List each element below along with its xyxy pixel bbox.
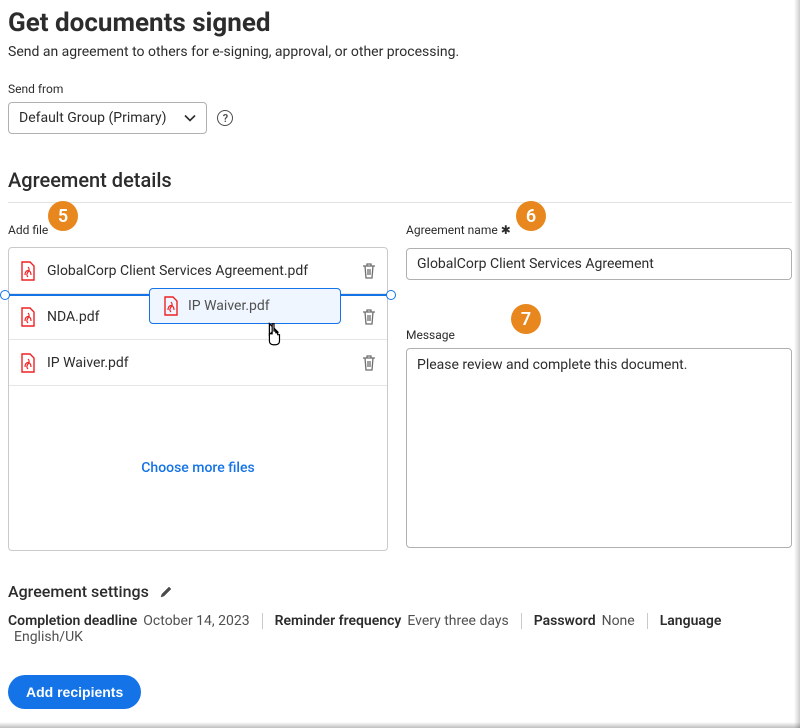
page-subtitle: Send an agreement to others for e-signin… xyxy=(8,44,792,60)
file-name: IP Waiver.pdf xyxy=(37,355,361,371)
trash-icon[interactable] xyxy=(361,308,377,326)
pdf-icon xyxy=(19,261,37,281)
message-label: Message xyxy=(406,328,792,342)
help-icon[interactable]: ? xyxy=(217,110,233,126)
message-textarea[interactable] xyxy=(406,348,792,548)
annotation-7: 7 xyxy=(511,304,541,334)
add-file-label: Add file xyxy=(8,223,48,237)
send-from-select[interactable]: Default Group (Primary) xyxy=(8,102,207,134)
reminder-frequency-label: Reminder frequency xyxy=(275,613,402,629)
send-from-value: Default Group (Primary) xyxy=(19,110,166,126)
settings-summary: Completion deadline October 14, 2023 Rem… xyxy=(8,613,792,645)
language-value: English/UK xyxy=(14,629,83,645)
annotation-6: 6 xyxy=(516,201,546,231)
pencil-icon[interactable] xyxy=(159,585,173,599)
pdf-icon xyxy=(19,307,37,327)
chevron-down-icon xyxy=(184,112,196,124)
reminder-frequency-value: Every three days xyxy=(407,613,508,629)
annotation-5: 5 xyxy=(48,201,78,231)
add-recipients-button[interactable]: Add recipients xyxy=(8,675,141,709)
files-box: IP Waiver.pdf GlobalCorp Client Services… xyxy=(8,247,388,551)
completion-deadline-value: October 14, 2023 xyxy=(143,613,249,629)
pdf-icon xyxy=(19,353,37,373)
password-label: Password xyxy=(534,613,596,629)
pointer-cursor-icon xyxy=(263,320,285,346)
language-label: Language xyxy=(660,613,722,629)
agreement-name-label: Agreement name ✱ xyxy=(406,223,511,238)
completion-deadline-label: Completion deadline xyxy=(8,613,137,629)
trash-icon[interactable] xyxy=(361,354,377,372)
password-value: None xyxy=(602,613,635,629)
file-name: GlobalCorp Client Services Agreement.pdf xyxy=(37,263,361,279)
send-from-label: Send from xyxy=(8,82,792,96)
agreement-name-input[interactable] xyxy=(406,248,792,280)
trash-icon[interactable] xyxy=(361,262,377,280)
dragging-file-name: IP Waiver.pdf xyxy=(188,298,270,314)
agreement-details-heading: Agreement details xyxy=(8,168,792,203)
dragging-file-ghost: IP Waiver.pdf xyxy=(149,288,341,324)
choose-more-files[interactable]: Choose more files xyxy=(9,386,387,550)
file-row[interactable]: IP Waiver.pdf xyxy=(9,340,387,386)
page-title: Get documents signed xyxy=(8,8,792,38)
agreement-settings-heading: Agreement settings xyxy=(8,582,149,601)
pdf-icon xyxy=(162,296,180,316)
